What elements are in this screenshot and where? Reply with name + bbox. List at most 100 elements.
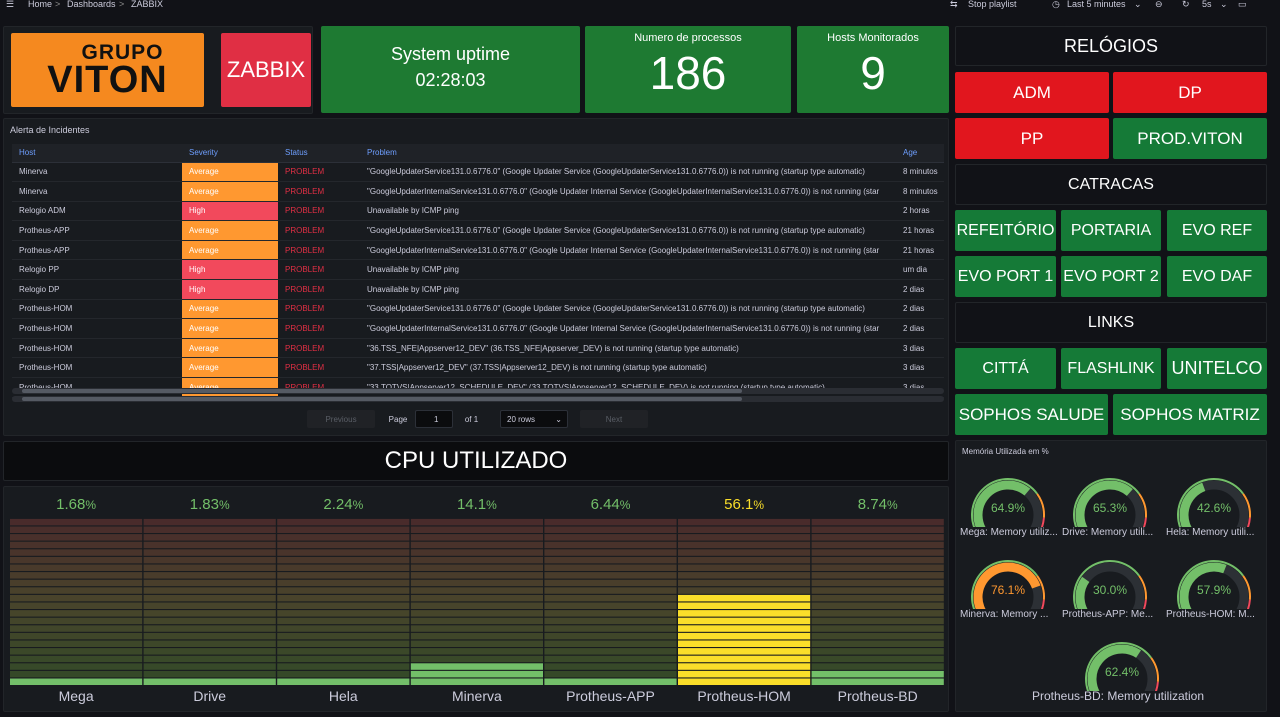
breadcrumb-dashboards[interactable]: Dashboards [67,0,116,9]
cell-status: PROBLEM [278,259,360,281]
stop-playlist-button[interactable]: Stop playlist [968,0,1017,9]
bar-segment-empty [10,625,143,632]
bar-segment-empty [811,632,944,640]
bar-segment-empty [277,632,410,640]
bar-segment-filled [678,602,811,609]
relogio-prod-viton-button[interactable]: PROD.VITON [1113,118,1267,159]
column-header[interactable]: Status [278,144,360,163]
memory-gauge: 42.6% Hela: Memory utili... [1166,467,1262,545]
catraca-evo-daf-button[interactable]: EVO DAF [1167,256,1267,297]
catraca-evo-port1-button[interactable]: EVO PORT 1 [955,256,1056,297]
bar-segment-empty [277,670,410,678]
column-header[interactable]: Age [896,144,944,163]
zabbix-logo-text: ZABBIX [226,57,306,82]
process-count-stat: Numero de processos 186 [585,26,791,113]
gauge-label: Protheus-HOM: M... [1166,609,1255,620]
bar-segment-empty [10,564,143,571]
link-citta-button[interactable]: CITTÁ [955,348,1056,389]
bar-segment-filled [10,678,143,685]
scrollbar-thumb[interactable] [22,389,742,393]
next-page-button[interactable]: Next [580,410,648,428]
bar-segment-empty [410,617,543,625]
bar-segment-empty [410,541,543,549]
catraca-portaria-button[interactable]: PORTARIA [1061,210,1161,251]
memory-gauge: 65.3% Drive: Memory utili... [1062,467,1158,545]
link-unitelco-button[interactable]: UNITELCO [1167,348,1267,389]
cell-problem: "GoogleUpdaterService131.0.6776.0" (Goog… [360,299,896,320]
rows-per-page-select[interactable]: 20 rows ⌄ [500,410,568,428]
column-header[interactable]: Host [12,144,182,163]
table-row[interactable]: Protheus-HOM Average PROBLEM "GoogleUpdater… [12,318,944,339]
cell-status: PROBLEM [278,181,360,202]
catraca-evo-ref-button[interactable]: EVO REF [1167,210,1267,251]
stop-playlist-icon: ⇆ [950,0,958,9]
cell-status: PROBLEM [278,162,360,183]
bar-segment-empty [410,549,543,556]
cell-severity: Average [182,338,278,359]
uptime-value: 02:28:03 [415,70,486,90]
relogio-pp-button[interactable]: PP [955,118,1109,159]
relogio-dp-button[interactable]: DP [1113,72,1267,113]
bar-segment-empty [10,640,143,647]
catraca-refeitorio-button[interactable]: REFEITÓRIO [955,210,1056,251]
gauge-label: Hela: Memory utili... [1166,527,1255,538]
bar-segment-empty [544,663,677,670]
refresh-icon[interactable]: ↻ [1182,0,1190,9]
bar-segment-filled [544,678,677,685]
previous-page-button[interactable]: Previous [307,410,375,428]
breadcrumb-home[interactable]: Home [28,0,52,9]
table-row[interactable]: Minerva Average PROBLEM "GoogleUpdaterServi… [12,162,944,183]
bar-segment-empty [277,625,410,632]
bar-segment-empty [811,663,944,670]
link-flashlink-button[interactable]: FLASHLINK [1061,348,1161,389]
bar-segment-empty [277,534,410,541]
cell-status: PROBLEM [278,201,360,222]
bar-segment-filled [678,594,811,602]
horizontal-scrollbar[interactable] [12,388,944,394]
bar-category-label: Protheus-BD [838,688,918,704]
cell-problem: "GoogleUpdaterInternalService131.0.6776.… [360,240,896,261]
cell-severity: High [182,201,278,222]
bar-segment-empty [811,564,944,571]
refresh-interval[interactable]: 5s [1202,0,1212,9]
link-sophos-salude-button[interactable]: SOPHOS SALUDE [955,394,1108,435]
cell-severity: Average [182,240,278,261]
cell-severity: Average [182,318,278,339]
bar-segment-empty [410,655,543,663]
bar-segment-filled [678,655,811,663]
bar-segment-empty [410,534,543,541]
scrollbar-thumb-2[interactable] [22,397,742,401]
gauge-value: 64.9% [990,501,1026,515]
table-row[interactable]: Protheus-APP Average PROBLEM "GoogleUpdater… [12,220,944,241]
bar-segment-empty [811,617,944,625]
table-row[interactable]: Relogio DP High PROBLEM Unavailable by ICMP… [12,279,944,300]
table-row[interactable]: Relogio ADM High PROBLEM Unavailable by ICM… [12,201,944,222]
table-row[interactable]: Relogio PP High PROBLEM Unavailable by ICMP… [12,259,944,281]
table-row[interactable]: Protheus-HOM Average PROBLEM "36.TSS_NFE|Ap… [12,338,944,359]
bar-segment-empty [811,625,944,632]
link-sophos-matriz-button[interactable]: SOPHOS MATRIZ [1113,394,1267,435]
zoom-out-icon[interactable]: ⊖ [1155,0,1163,9]
horizontal-scrollbar-2[interactable] [12,396,944,402]
relogio-adm-button[interactable]: ADM [955,72,1109,113]
bar-segment-empty [544,518,677,526]
time-range-picker[interactable]: Last 5 minutes [1067,0,1126,9]
table-row[interactable]: Protheus-HOM Average PROBLEM "37.TSS|Appser… [12,357,944,379]
page-number-input[interactable]: 1 [415,410,453,428]
table-row[interactable]: Protheus-HOM Average PROBLEM "GoogleUpdater… [12,299,944,320]
column-header[interactable]: Severity [182,144,278,163]
table-row[interactable]: Minerva Average PROBLEM "GoogleUpdaterInter… [12,181,944,202]
bar-segment-empty [10,526,143,533]
bar-segment-empty [544,579,677,587]
menu-icon[interactable]: ☰ [6,0,14,9]
bar-segment-empty [811,534,944,541]
bar-value-label: 1.68% [56,496,96,513]
gauge-label: Protheus-BD: Memory utilization [1031,689,1205,703]
tv-mode-icon[interactable]: ▭ [1238,0,1247,9]
column-header[interactable]: Problem [360,144,896,163]
bar-segment-empty [143,655,276,663]
chevron-down-icon: ⌄ [555,414,562,424]
catraca-evo-port2-button[interactable]: EVO PORT 2 [1061,256,1161,297]
bar-segment-filled [678,632,811,640]
table-row[interactable]: Protheus-APP Average PROBLEM "GoogleUpdater… [12,240,944,261]
